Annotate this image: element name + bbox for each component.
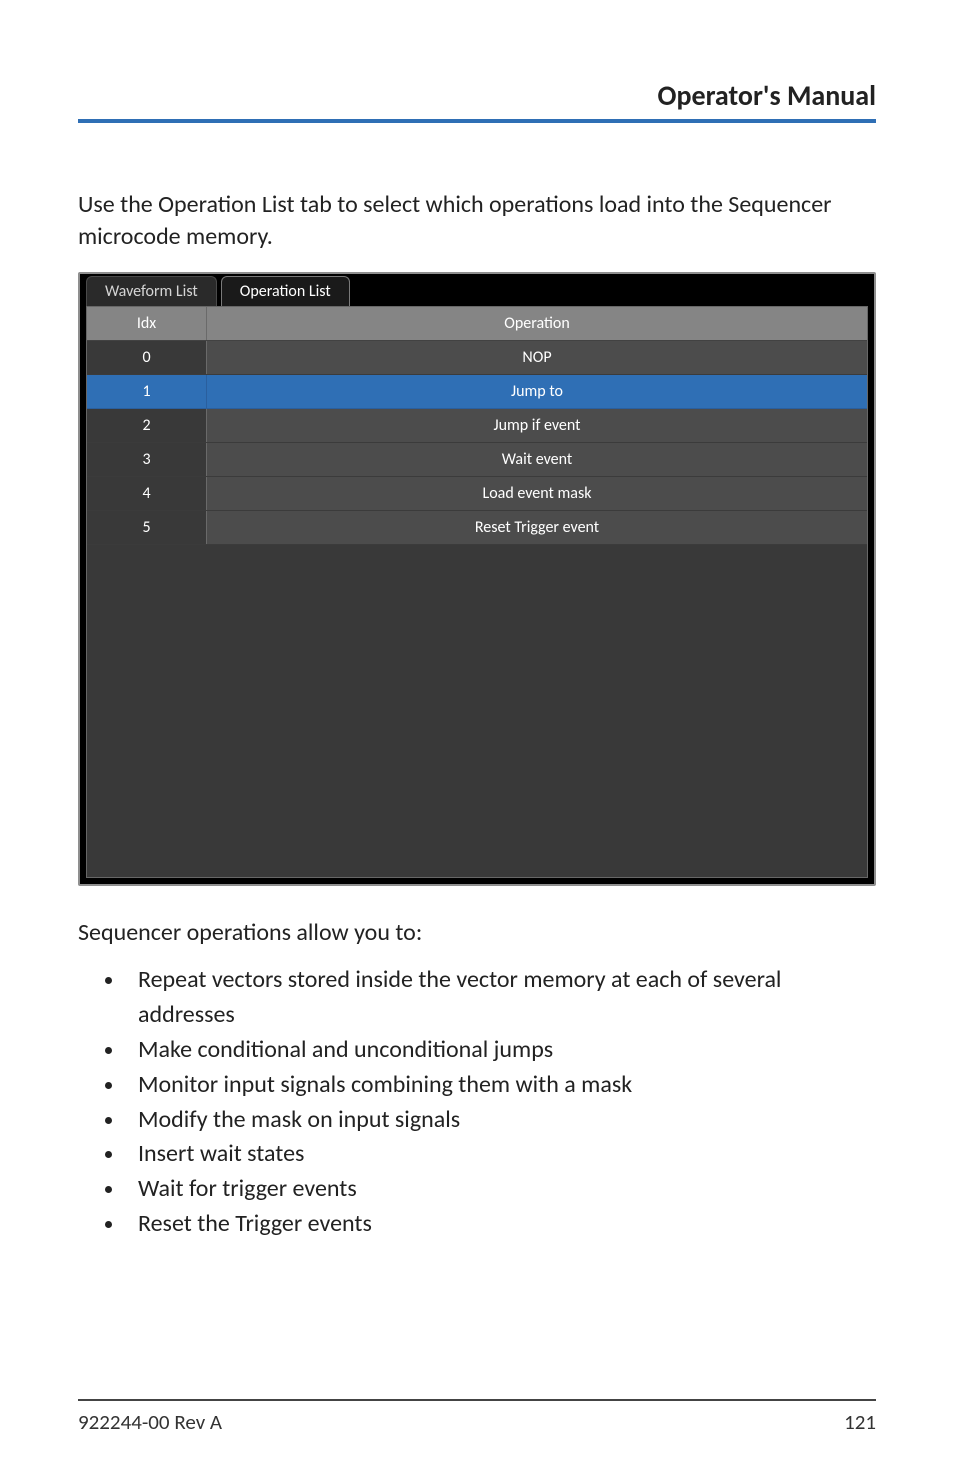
- tab-bar: Waveform List Operation List: [80, 274, 874, 306]
- table-header-row: Idx Operation: [87, 307, 867, 341]
- cell-operation: NOP: [207, 341, 867, 374]
- header-operation: Operation: [207, 307, 867, 340]
- cell-idx: 0: [87, 341, 207, 374]
- list-item: Make conditional and unconditional jumps: [126, 1033, 876, 1068]
- table-row[interactable]: 1 Jump to: [87, 375, 867, 409]
- footer-rule: [78, 1399, 876, 1401]
- operation-list-panel: Waveform List Operation List Idx Operati…: [78, 272, 876, 886]
- intro-paragraph: Use the Operation List tab to select whi…: [78, 189, 876, 254]
- cell-idx: 4: [87, 477, 207, 510]
- page-header: Operator's Manual: [78, 78, 876, 123]
- list-item: Wait for trigger events: [126, 1172, 876, 1207]
- page-footer: 922244-00 Rev A 121: [78, 1389, 876, 1435]
- cell-operation: Wait event: [207, 443, 867, 476]
- cell-operation: Load event mask: [207, 477, 867, 510]
- cell-idx: 1: [87, 375, 207, 408]
- feature-bullet-list: Repeat vectors stored inside the vector …: [126, 963, 876, 1241]
- list-item: Modify the mask on input signals: [126, 1103, 876, 1138]
- operation-table: Idx Operation 0 NOP 1 Jump to 2 Jump if …: [86, 306, 868, 878]
- cell-operation: Jump to: [207, 375, 867, 408]
- footer-revision: 922244-00 Rev A: [78, 1409, 222, 1435]
- table-row[interactable]: 4 Load event mask: [87, 477, 867, 511]
- cell-idx: 2: [87, 409, 207, 442]
- table-row[interactable]: 5 Reset Trigger event: [87, 511, 867, 545]
- after-intro: Sequencer operations allow you to:: [78, 916, 876, 950]
- table-row[interactable]: 0 NOP: [87, 341, 867, 375]
- cell-idx: 5: [87, 511, 207, 544]
- list-item: Repeat vectors stored inside the vector …: [126, 963, 876, 1033]
- header-title: Operator's Manual: [78, 78, 876, 113]
- header-idx: Idx: [87, 307, 207, 340]
- cell-idx: 3: [87, 443, 207, 476]
- tab-operation-list[interactable]: Operation List: [221, 276, 350, 306]
- cell-operation: Jump if event: [207, 409, 867, 442]
- table-row[interactable]: 2 Jump if event: [87, 409, 867, 443]
- header-rule: [78, 119, 876, 123]
- footer-page-number: 121: [844, 1409, 876, 1435]
- list-item: Reset the Trigger events: [126, 1207, 876, 1242]
- list-item: Insert wait states: [126, 1137, 876, 1172]
- cell-operation: Reset Trigger event: [207, 511, 867, 544]
- table-row[interactable]: 3 Wait event: [87, 443, 867, 477]
- tab-waveform-list[interactable]: Waveform List: [86, 276, 217, 306]
- list-item: Monitor input signals combining them wit…: [126, 1068, 876, 1103]
